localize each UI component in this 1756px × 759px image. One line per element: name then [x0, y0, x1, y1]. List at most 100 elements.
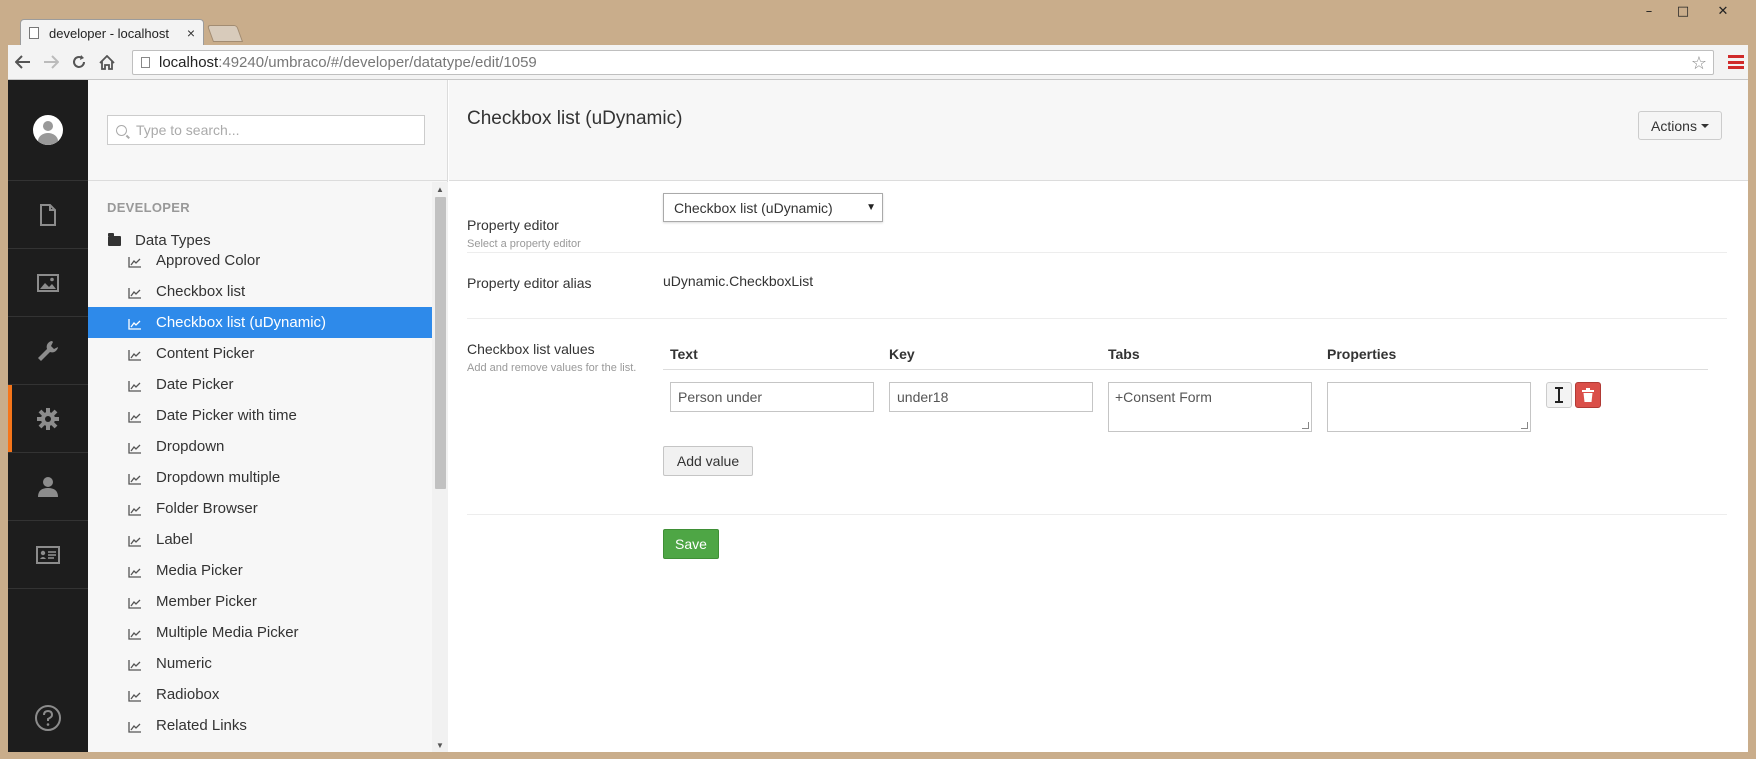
property-editor-label: Property editor — [467, 217, 559, 233]
editor-header: Checkbox list (uDynamic) Actions — [449, 80, 1748, 181]
help-button[interactable] — [8, 704, 88, 732]
tree-item-label: Dropdown multiple — [156, 469, 281, 486]
tree-item[interactable]: Radiobox — [88, 679, 432, 710]
minimize-button[interactable]: – — [1632, 0, 1666, 22]
reload-icon[interactable] — [66, 49, 92, 75]
tree-item[interactable]: Related Links — [88, 710, 432, 741]
section-settings[interactable] — [8, 317, 88, 385]
close-window-button[interactable]: ✕ — [1700, 0, 1746, 22]
section-content[interactable] — [8, 181, 88, 249]
tree-scrollbar[interactable]: ▲ ▼ — [432, 182, 448, 752]
section-media[interactable] — [8, 249, 88, 317]
value-text-input[interactable]: Person under — [670, 382, 874, 412]
tree-item[interactable]: Content Picker — [88, 338, 432, 369]
tree-item[interactable]: Media Picker — [88, 555, 432, 586]
editor-panel: Checkbox list (uDynamic) Actions Propert… — [449, 80, 1748, 752]
browser-menu-icon[interactable] — [1728, 53, 1744, 71]
tree-item-label: Numeric — [156, 655, 212, 672]
property-editor-description: Select a property editor — [467, 238, 581, 250]
value-key-input[interactable]: under18 — [889, 382, 1093, 412]
tree-item[interactable]: Approved Color — [88, 245, 432, 276]
tree-item[interactable]: Date Picker — [88, 369, 432, 400]
delete-value-button[interactable] — [1575, 382, 1601, 408]
tree-item-label: Content Picker — [156, 345, 255, 362]
address-bar[interactable]: localhost:49240/umbraco/#/developer/data… — [132, 50, 1714, 75]
bookmark-star-icon[interactable]: ☆ — [1691, 53, 1707, 74]
alias-label: Property editor alias — [467, 275, 592, 291]
tree-item-label: Date Picker — [156, 376, 234, 393]
value-properties-textarea[interactable] — [1327, 382, 1531, 432]
folder-icon — [108, 232, 121, 246]
section-developer[interactable] — [8, 385, 88, 453]
window-controls: – □ ✕ — [1632, 0, 1746, 24]
help-icon — [35, 705, 61, 731]
value-tabs-textarea[interactable]: +Consent Form — [1108, 382, 1312, 432]
alias-row: Property editor alias — [467, 253, 1727, 319]
tree-list: Approved Color Checkbox list Checkbox list… — [88, 245, 432, 741]
datatype-chart-icon — [128, 503, 142, 516]
browser-window: – □ ✕ developer - localhost × localhost:… — [0, 0, 1756, 759]
tree-item[interactable]: Label — [88, 524, 432, 555]
umbraco-app: Type to search... DEVELOPER Data Types A… — [8, 80, 1748, 752]
property-editor-select[interactable]: Checkbox list (uDynamic) ▼ — [663, 193, 883, 222]
datatype-chart-icon — [128, 441, 142, 454]
datatype-chart-icon — [128, 720, 142, 733]
datatype-chart-icon — [128, 689, 142, 702]
values-table-header: Text Key Tabs Properties — [663, 337, 1708, 370]
user-avatar-area[interactable] — [8, 80, 88, 181]
tree-item[interactable]: Dropdown — [88, 431, 432, 462]
maximize-button[interactable]: □ — [1666, 0, 1700, 22]
tree-item-label: Checkbox list — [156, 283, 246, 300]
tree-item[interactable]: Member Picker — [88, 586, 432, 617]
edit-value-button[interactable] — [1546, 382, 1572, 408]
section-nav — [8, 80, 88, 752]
tree-item[interactable]: Dropdown multiple — [88, 462, 432, 493]
avatar[interactable] — [33, 115, 63, 145]
chevron-down-icon: ▼ — [866, 202, 876, 213]
tree-item[interactable]: Checkbox list (uDynamic) — [88, 307, 432, 338]
tree-item-label: Checkbox list (uDynamic) — [156, 314, 327, 331]
actions-button[interactable]: Actions — [1638, 111, 1722, 140]
value-tabs-text: +Consent Form — [1115, 389, 1212, 405]
id-card-icon — [36, 545, 60, 564]
tree-item[interactable]: Numeric — [88, 648, 432, 679]
new-tab-button[interactable] — [206, 25, 244, 42]
wrench-icon — [38, 340, 58, 361]
scroll-down-icon[interactable]: ▼ — [436, 741, 444, 750]
tree-item-label: Dropdown — [156, 438, 225, 455]
page-title[interactable]: Checkbox list (uDynamic) — [467, 108, 682, 130]
section-members[interactable] — [8, 521, 88, 589]
forward-arrow-icon[interactable] — [38, 49, 64, 75]
image-icon — [37, 273, 59, 292]
section-users[interactable] — [8, 453, 88, 521]
scroll-up-icon[interactable]: ▲ — [436, 185, 444, 194]
resize-grip-icon[interactable] — [1521, 422, 1528, 429]
browser-tab[interactable]: developer - localhost × — [20, 19, 204, 46]
datatype-chart-icon — [128, 317, 142, 330]
tree-item-label: Label — [156, 531, 193, 548]
page-icon — [141, 57, 150, 68]
resize-grip-icon[interactable] — [1302, 422, 1309, 429]
tree-item[interactable]: Multiple Media Picker — [88, 617, 432, 648]
property-editor-row: Property editor Select a property editor — [467, 181, 1727, 253]
tree-item[interactable]: Folder Browser — [88, 493, 432, 524]
add-value-button[interactable]: Add value — [663, 446, 753, 476]
tree-panel: Type to search... DEVELOPER Data Types A… — [88, 80, 448, 752]
document-icon — [40, 203, 56, 226]
datatype-chart-icon — [128, 255, 142, 268]
tree-item[interactable]: Checkbox list — [88, 276, 432, 307]
user-icon — [38, 476, 58, 497]
save-button[interactable]: Save — [663, 529, 719, 559]
back-arrow-icon[interactable] — [10, 49, 36, 75]
datatype-chart-icon — [128, 627, 142, 640]
datatype-chart-icon — [128, 534, 142, 547]
tree-item[interactable]: Date Picker with time — [88, 400, 432, 431]
search-input[interactable]: Type to search... — [107, 115, 425, 145]
tab-close-icon[interactable]: × — [187, 25, 195, 41]
datatype-chart-icon — [128, 596, 142, 609]
column-key: Key — [889, 346, 915, 362]
home-icon[interactable] — [94, 49, 120, 75]
datatype-chart-icon — [128, 658, 142, 671]
scroll-thumb[interactable] — [435, 197, 446, 489]
property-editor-selected: Checkbox list (uDynamic) — [674, 199, 833, 216]
